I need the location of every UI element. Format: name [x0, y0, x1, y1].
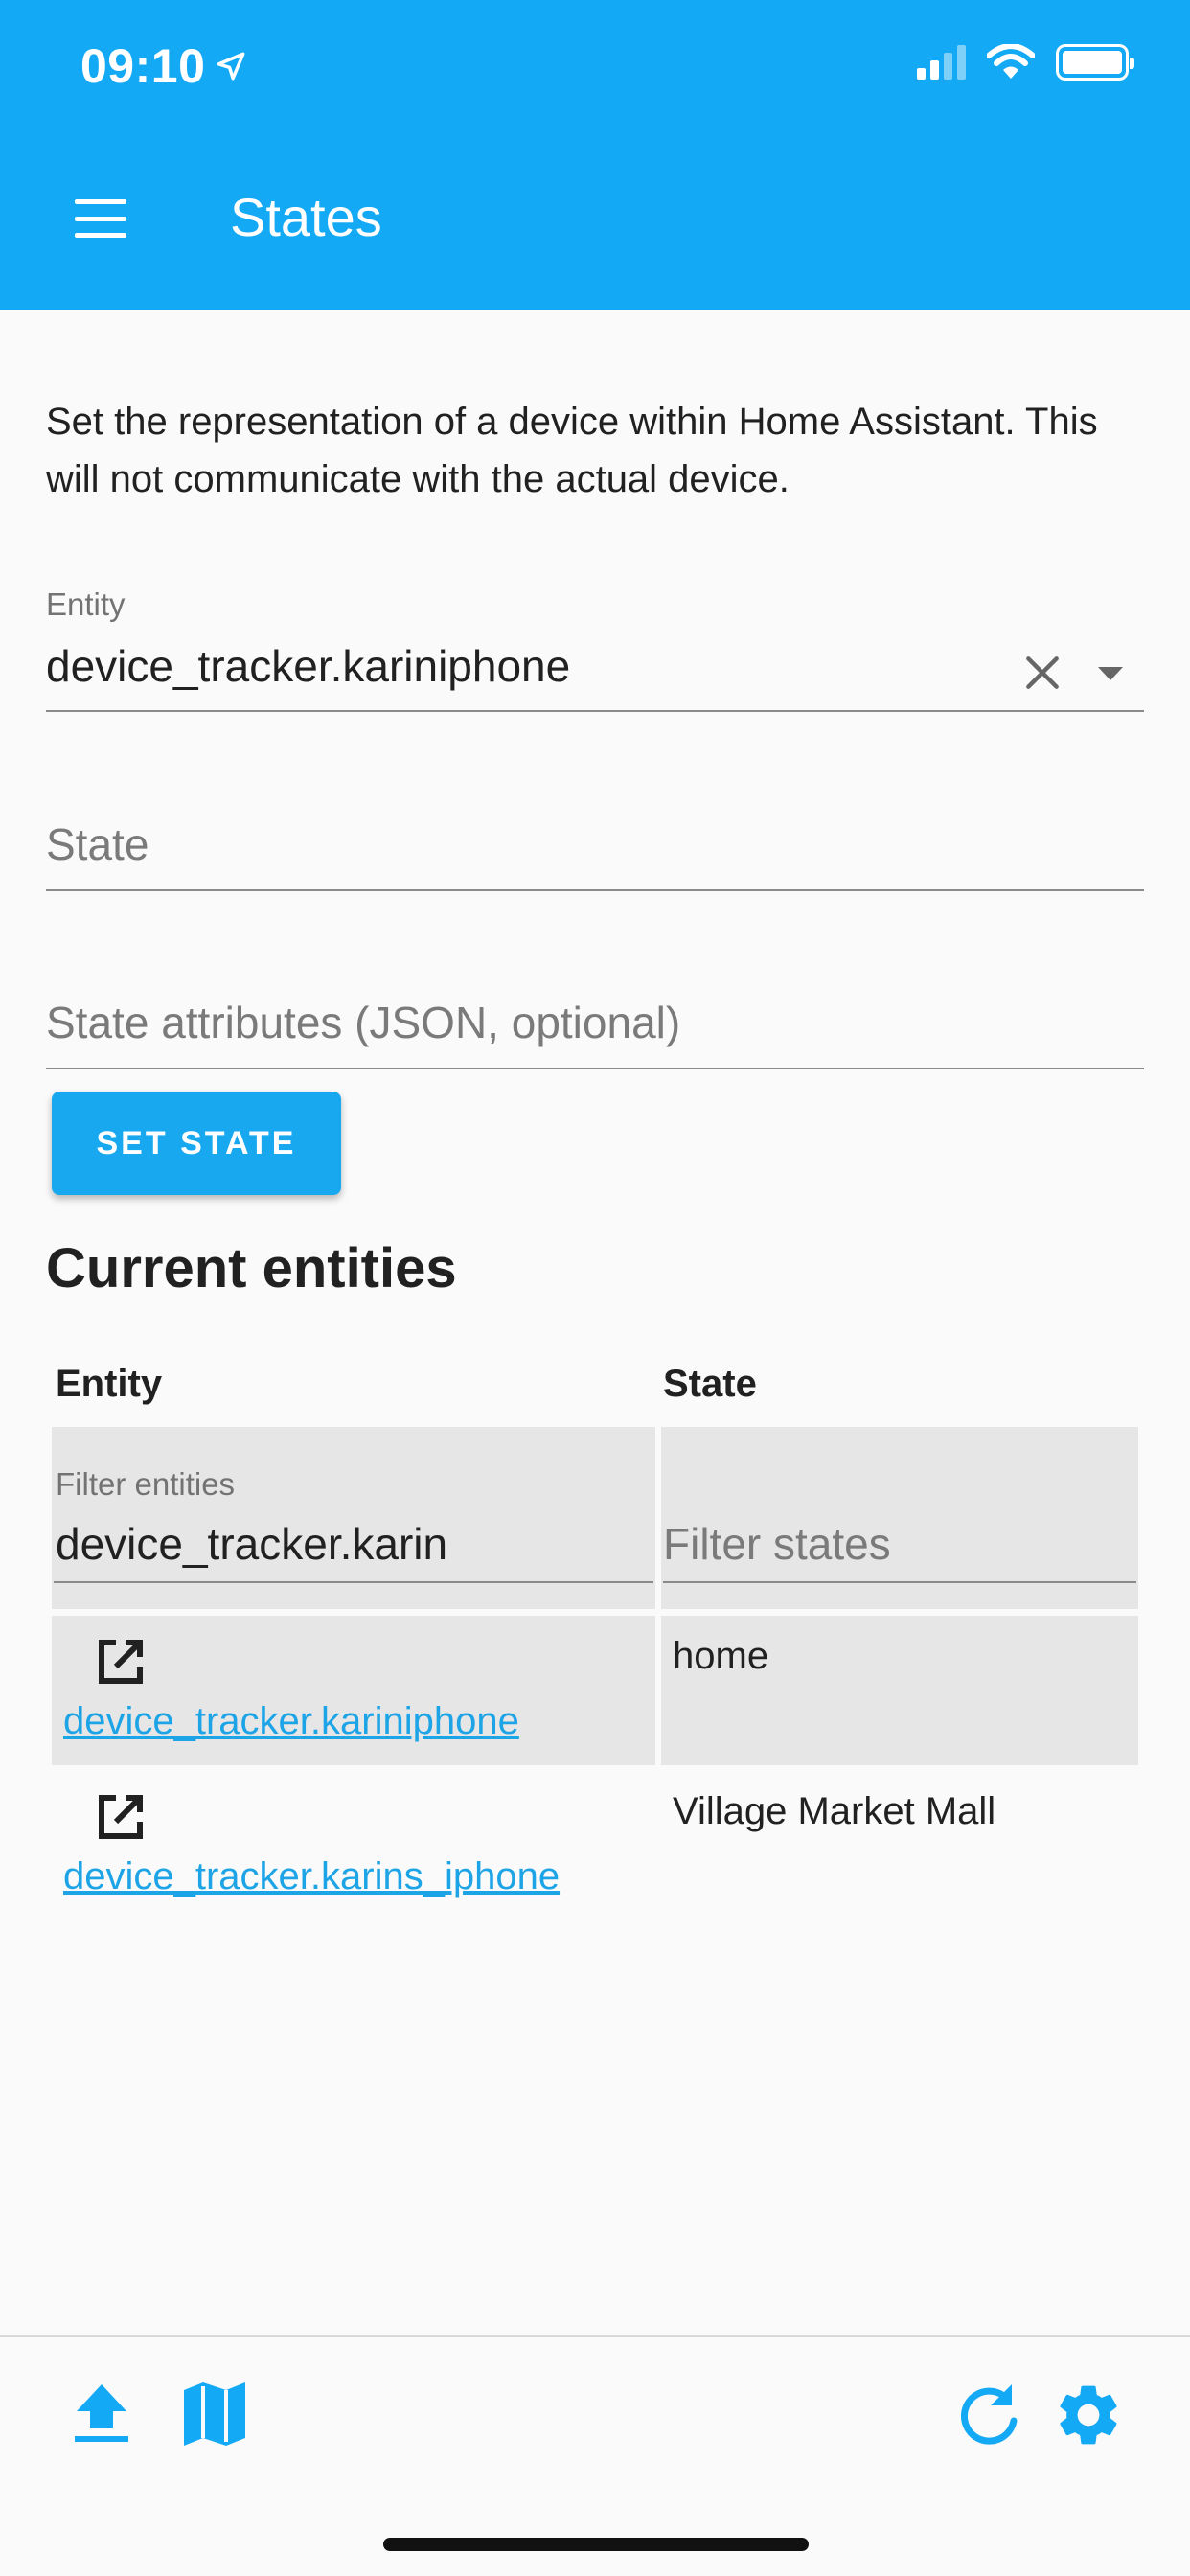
home-indicator[interactable]: [383, 2538, 809, 2551]
column-header-state: State: [663, 1363, 757, 1405]
state-attributes-field[interactable]: State attributes (JSON, optional): [46, 993, 1144, 1070]
filter-entities-input[interactable]: device_tracker.karin: [56, 1518, 447, 1570]
battery-icon: [1056, 44, 1134, 80]
clear-icon[interactable]: [1021, 652, 1064, 694]
settings-icon[interactable]: [1052, 2379, 1125, 2451]
column-header-entity: Entity: [56, 1363, 163, 1405]
page-title: States: [230, 187, 382, 247]
status-time-text: 09:10: [80, 39, 206, 93]
state-field-placeholder: State: [46, 819, 149, 869]
filter-entities-label: Filter entities: [56, 1466, 236, 1502]
dropdown-arrow-icon[interactable]: [1096, 665, 1125, 682]
set-state-button[interactable]: SET STATE: [52, 1092, 341, 1195]
status-indicators: [917, 44, 1134, 80]
page-description: Set the representation of a device withi…: [46, 401, 1098, 500]
entity-field-value[interactable]: device_tracker.kariniphone: [46, 640, 570, 692]
state-attributes-placeholder: State attributes (JSON, optional): [46, 998, 681, 1047]
open-in-new-icon[interactable]: [92, 1633, 149, 1690]
app-header: 09:10 States: [0, 0, 1190, 310]
open-in-new-icon[interactable]: [92, 1788, 149, 1846]
entity-field-label: Entity: [46, 586, 126, 622]
entity-link[interactable]: device_tracker.kariniphone: [63, 1700, 519, 1743]
map-icon[interactable]: [180, 2380, 249, 2448]
entity-state: home: [673, 1635, 769, 1677]
state-field[interactable]: State: [46, 815, 1144, 891]
cellular-signal-icon: [917, 45, 966, 80]
entity-link[interactable]: device_tracker.karins_iphone: [63, 1855, 560, 1898]
status-time: 09:10: [80, 38, 247, 94]
location-arrow-icon: [217, 52, 245, 80]
wifi-icon: [987, 44, 1035, 79]
entity-state: Village Market Mall: [673, 1790, 996, 1832]
filter-entities-underline: [54, 1581, 653, 1583]
toolbar-divider: [0, 2335, 1190, 2337]
filter-states-input[interactable]: Filter states: [663, 1518, 891, 1570]
current-entities-title: Current entities: [46, 1237, 457, 1300]
menu-button[interactable]: [67, 192, 134, 245]
filter-states-underline: [663, 1581, 1136, 1583]
refresh-icon[interactable]: [958, 2380, 1021, 2448]
entity-field[interactable]: Entity device_tracker.kariniphone: [46, 583, 1144, 712]
upload-icon[interactable]: [71, 2380, 132, 2444]
